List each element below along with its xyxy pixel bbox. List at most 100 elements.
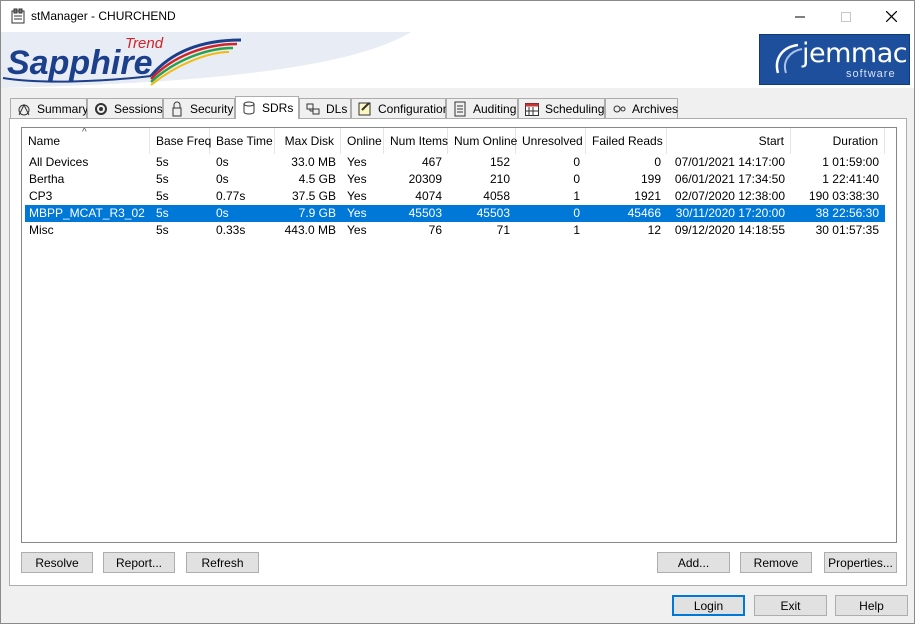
cell-unresolved: 0 — [573, 172, 580, 186]
maximize-button[interactable] — [823, 1, 869, 32]
report-button[interactable]: Report... — [103, 552, 175, 573]
cell-online: Yes — [347, 172, 367, 186]
column-header-online[interactable]: Online — [341, 128, 384, 154]
cell-name: CP3 — [29, 189, 53, 203]
cell-start: 07/01/2021 14:17:00 — [674, 155, 785, 169]
tab-sessions[interactable]: Sessions — [87, 98, 163, 118]
cell-max-disk: 37.5 GB — [291, 189, 336, 203]
sdr-list[interactable]: ^ Name Base Freq Base Time Max Disk Onli… — [21, 127, 897, 543]
close-button[interactable] — [868, 1, 914, 32]
minimize-button[interactable] — [777, 1, 823, 32]
cell-base-time: 0s — [216, 172, 229, 186]
jemmac-logo: jemmac software — [759, 34, 910, 85]
cell-base-time: 0s — [216, 155, 229, 169]
table-row[interactable]: CP3 5s 0.77s 37.5 GB Yes 4074 4058 1 192… — [25, 188, 885, 205]
resolve-button[interactable]: Resolve — [21, 552, 93, 573]
tab-dls[interactable]: DLs — [299, 98, 351, 118]
cell-max-disk: 33.0 MB — [291, 155, 336, 169]
column-header-num-online[interactable]: Num Online — [448, 128, 517, 154]
add-button[interactable]: Add... — [657, 552, 730, 573]
cell-name: All Devices — [29, 155, 89, 169]
cell-unresolved: 1 — [573, 223, 580, 237]
security-icon — [169, 101, 185, 117]
column-header-base-freq[interactable]: Base Freq — [150, 128, 211, 154]
column-header-start[interactable]: Start — [667, 128, 791, 154]
exit-button[interactable]: Exit — [754, 595, 827, 616]
column-header-max-disk[interactable]: Max Disk — [275, 128, 341, 154]
column-header-duration[interactable]: Duration — [791, 128, 885, 154]
cell-failed-reads: 45466 — [627, 206, 661, 220]
configuration-icon — [357, 101, 373, 117]
database-icon — [241, 100, 257, 116]
column-header-num-items[interactable]: Num Items — [384, 128, 448, 154]
cell-failed-reads: 199 — [640, 172, 661, 186]
title-bar[interactable]: stManager - CHURCHEND — [1, 1, 914, 32]
tab-configuration[interactable]: Configuration — [351, 98, 449, 118]
cell-duration: 38 22:56:30 — [815, 206, 879, 220]
dls-icon — [305, 101, 321, 117]
table-row[interactable]: All Devices 5s 0s 33.0 MB Yes 467 152 0 … — [25, 154, 885, 171]
cell-max-disk: 4.5 GB — [298, 172, 336, 186]
auditing-icon — [452, 101, 468, 117]
cell-num-online: 45503 — [476, 206, 510, 220]
cell-num-items: 467 — [421, 155, 442, 169]
refresh-button[interactable]: Refresh — [186, 552, 259, 573]
cell-base-time: 0.33s — [216, 223, 246, 237]
cell-duration: 30 01:57:35 — [815, 223, 879, 237]
column-header-name[interactable]: ^ Name — [22, 128, 150, 154]
archives-icon — [611, 101, 627, 117]
cell-start: 30/11/2020 17:20:00 — [675, 206, 785, 220]
remove-button[interactable]: Remove — [740, 552, 812, 573]
cell-num-items: 76 — [428, 223, 442, 237]
cell-unresolved: 1 — [573, 189, 580, 203]
cell-online: Yes — [347, 189, 367, 203]
help-button[interactable]: Help — [835, 595, 908, 616]
tab-auditing[interactable]: Auditing — [446, 98, 518, 118]
app-icon — [10, 8, 26, 24]
sort-ascending-icon: ^ — [82, 127, 87, 138]
column-header-unresolved[interactable]: Unresolved — [516, 128, 586, 154]
minimize-icon — [795, 16, 805, 17]
banner: Sapphire Trend jemmac software — [1, 32, 914, 88]
svg-text:Trend: Trend — [125, 35, 164, 52]
cell-start: 06/01/2021 17:34:50 — [674, 172, 785, 186]
cell-online: Yes — [347, 155, 367, 169]
tab-scheduling[interactable]: Scheduling — [518, 98, 605, 118]
cell-failed-reads: 1921 — [634, 189, 661, 203]
app-window: stManager - CHURCHEND Sapphire Trend jem… — [0, 0, 915, 624]
cell-name: Misc — [29, 223, 54, 237]
cell-num-items: 4074 — [415, 189, 442, 203]
cell-duration: 1 01:59:00 — [822, 155, 879, 169]
login-button[interactable]: Login — [672, 595, 745, 616]
summary-icon — [16, 101, 32, 117]
list-header: ^ Name Base Freq Base Time Max Disk Onli… — [22, 128, 896, 154]
table-row-selected[interactable]: MBPP_MCAT_R3_02 5s 0s 7.9 GB Yes 45503 4… — [25, 205, 885, 222]
table-row[interactable]: Bertha 5s 0s 4.5 GB Yes 20309 210 0 199 … — [25, 171, 885, 188]
cell-base-freq: 5s — [156, 223, 169, 237]
cell-num-online: 152 — [489, 155, 510, 169]
tab-security[interactable]: Security — [163, 98, 235, 118]
cell-duration: 190 03:38:30 — [808, 189, 879, 203]
tab-summary[interactable]: Summary — [10, 98, 88, 118]
window-title: stManager - CHURCHEND — [31, 9, 176, 23]
cell-max-disk: 443.0 MB — [284, 223, 336, 237]
cell-num-items: 20309 — [408, 172, 442, 186]
properties-button[interactable]: Properties... — [824, 552, 897, 573]
cell-name: Bertha — [29, 172, 65, 186]
column-header-base-time[interactable]: Base Time — [210, 128, 275, 154]
cell-online: Yes — [347, 206, 367, 220]
tab-sdrs[interactable]: SDRs — [235, 96, 299, 119]
cell-num-items: 45503 — [408, 206, 442, 220]
sdrs-panel: ^ Name Base Freq Base Time Max Disk Onli… — [9, 118, 907, 586]
cell-max-disk: 7.9 GB — [298, 206, 336, 220]
cell-base-freq: 5s — [156, 206, 169, 220]
sessions-icon — [93, 101, 109, 117]
table-row[interactable]: Misc 5s 0.33s 443.0 MB Yes 76 71 1 12 09… — [25, 222, 885, 239]
close-icon — [885, 11, 897, 22]
cell-online: Yes — [347, 223, 367, 237]
cell-num-online: 71 — [496, 223, 510, 237]
column-header-failed-reads[interactable]: Failed Reads — [586, 128, 667, 154]
cell-start: 09/12/2020 14:18:55 — [674, 223, 785, 237]
tab-archives[interactable]: Archives — [605, 98, 678, 118]
maximize-icon — [841, 11, 851, 22]
